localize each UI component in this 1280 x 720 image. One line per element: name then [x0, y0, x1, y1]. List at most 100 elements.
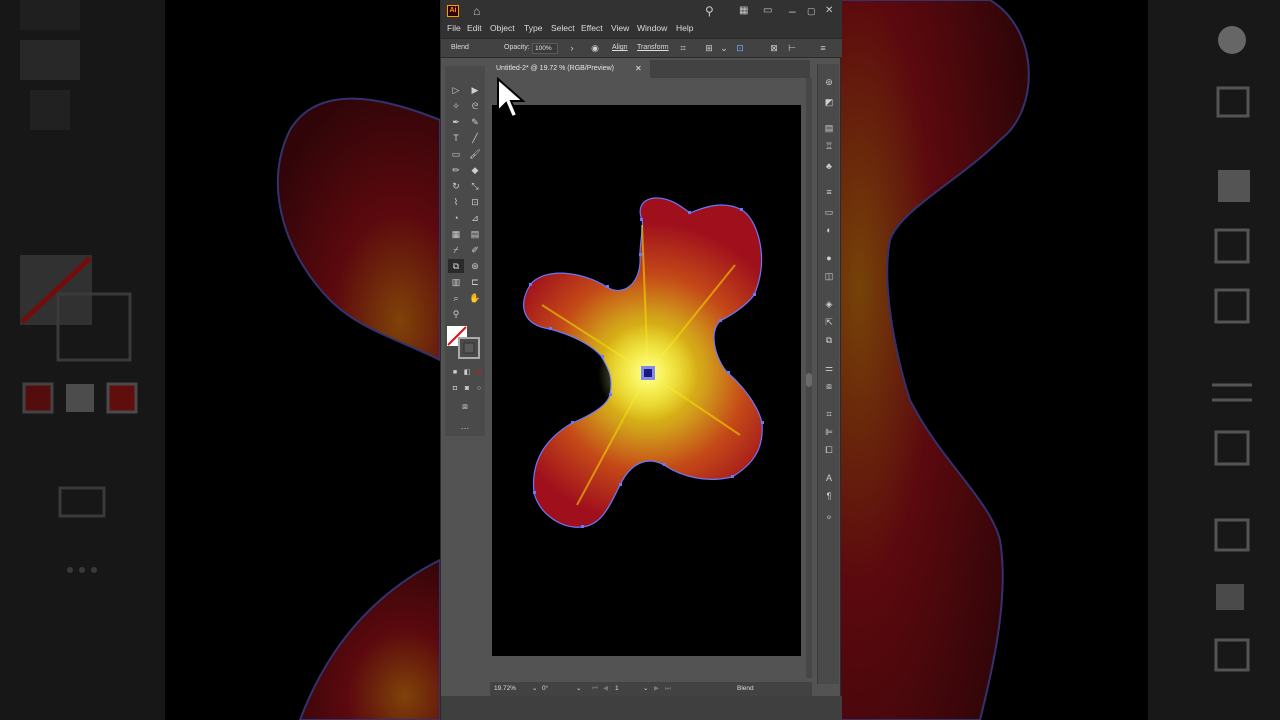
gradient-tool-icon[interactable]: ▤	[467, 227, 483, 241]
screen-mode-icon[interactable]: ⧈	[457, 399, 473, 413]
gradient-icon[interactable]: ▭	[823, 206, 835, 218]
pathfinder-icon[interactable]: ⧠	[823, 444, 835, 456]
close-icon[interactable]: ✕	[825, 3, 833, 19]
warp-tool-icon[interactable]: ⌇	[448, 195, 464, 209]
shape-builder-tool-icon[interactable]: ◔	[448, 211, 464, 225]
artboard-tool-icon[interactable]: ⊏	[467, 275, 483, 289]
artboards-icon[interactable]: ⧉	[823, 334, 835, 346]
paintbrush-tool-icon[interactable]: 🖌	[467, 147, 483, 161]
opentype-icon[interactable]: ℴ	[823, 510, 835, 522]
libraries-icon[interactable]: ◩	[823, 96, 835, 108]
symbols-icon[interactable]: ♣	[823, 160, 835, 172]
menu-effect[interactable]: Effect	[581, 23, 603, 33]
properties-sliders-icon[interactable]: ⚌	[823, 362, 835, 374]
opacity-field[interactable]: 100%	[532, 43, 558, 54]
rotation-field[interactable]: 0°	[542, 684, 572, 694]
pen-tool-icon[interactable]: ✒	[448, 115, 464, 129]
document-tab-close-icon[interactable]: ✕	[635, 60, 642, 78]
none-mode-icon[interactable]: ⧄	[471, 366, 487, 380]
rotate-tool-icon[interactable]: ↻	[448, 179, 464, 193]
symbol-sprayer-tool-icon[interactable]: ⊛	[467, 259, 483, 273]
draw-inside-icon[interactable]: ○	[471, 382, 487, 396]
perspective-grid-tool-icon[interactable]: ⊿	[467, 211, 483, 225]
document-tab[interactable]: Untitled-2* @ 19.72 % (RGB/Preview)	[490, 60, 650, 78]
chevron-down-icon[interactable]: ⌄	[718, 42, 730, 54]
menu-window[interactable]: Window	[637, 23, 667, 33]
measure-tool-icon[interactable]: ✐	[467, 243, 483, 257]
edit-toolbar-icon[interactable]: …	[457, 419, 473, 433]
vertical-scrollbar[interactable]	[806, 78, 812, 678]
last-artboard-icon[interactable]: ⏭	[665, 684, 671, 694]
minimize-icon[interactable]: –	[789, 3, 796, 19]
arrange-documents-icon[interactable]: ▦	[739, 3, 748, 19]
line-tool-icon[interactable]: ╱	[467, 131, 483, 145]
menu-select[interactable]: Select	[551, 23, 575, 33]
rectangle-tool-icon[interactable]: ▭	[448, 147, 464, 161]
chevron-down-icon[interactable]: ⌄	[576, 684, 584, 694]
align-link[interactable]: Align	[612, 44, 628, 51]
first-artboard-icon[interactable]: ⏮	[592, 684, 598, 694]
links-icon[interactable]: ⧈	[823, 380, 835, 392]
blend-tool-icon[interactable]: ⧉	[448, 259, 464, 273]
graphic-styles-icon[interactable]: ◫	[823, 270, 835, 282]
scale-tool-icon[interactable]: ⤡	[467, 179, 483, 193]
blend-artwork[interactable]	[492, 105, 801, 656]
menu-file[interactable]: File	[447, 23, 461, 33]
brushes-icon[interactable]: ♖	[823, 140, 835, 152]
menu-view[interactable]: View	[611, 23, 629, 33]
transform-link[interactable]: Transform	[637, 44, 669, 51]
arrange-icon[interactable]: ⊠	[768, 42, 780, 54]
layers-icon[interactable]: ◈	[823, 298, 835, 310]
recolor-artwork-icon[interactable]: ◉	[589, 42, 601, 54]
isolate-icon[interactable]: ⌗	[677, 42, 689, 54]
fill-stroke-swatches[interactable]	[445, 324, 485, 364]
menu-help[interactable]: Help	[676, 23, 693, 33]
pencil-tool-icon[interactable]: ✏	[448, 163, 464, 177]
opacity-label[interactable]: Opacity:	[504, 44, 530, 51]
stroke-icon[interactable]: ≡	[823, 186, 835, 198]
column-graph-tool-icon[interactable]: ▥	[448, 275, 464, 289]
magic-wand-tool-icon[interactable]: ✧	[448, 99, 464, 113]
selection-tool-icon[interactable]: ▷	[448, 83, 464, 97]
home-icon[interactable]: ⌂	[473, 3, 480, 19]
properties-icon[interactable]: ⊚	[823, 76, 835, 88]
zoom-tool-icon[interactable]: ⚲	[448, 307, 464, 321]
paragraph-icon[interactable]: ¶	[823, 490, 835, 502]
workspace-icon[interactable]: ▭	[763, 3, 772, 19]
free-transform-tool-icon[interactable]: ⊡	[467, 195, 483, 209]
curvature-tool-icon[interactable]: ✎	[467, 115, 483, 129]
lasso-tool-icon[interactable]: ᘓ	[467, 99, 483, 113]
distribute-icon[interactable]: ⊞	[703, 42, 715, 54]
select-similar-icon[interactable]: ⊡	[734, 42, 746, 54]
slice-tool-icon[interactable]: ⌕	[448, 291, 464, 305]
export-icon[interactable]: ⇱	[823, 316, 835, 328]
mesh-tool-icon[interactable]: ▦	[448, 227, 464, 241]
align-options-icon[interactable]: ⊢	[786, 42, 798, 54]
eyedropper-tool-icon[interactable]: ⌿	[448, 243, 464, 257]
chevron-right-icon[interactable]: ›	[566, 42, 578, 54]
character-icon[interactable]: A	[823, 472, 835, 484]
transparency-icon[interactable]: ◐	[823, 224, 835, 236]
chevron-down-icon[interactable]: ⌄	[643, 684, 648, 694]
artboard-number-field[interactable]: 1	[615, 684, 637, 694]
menu-type[interactable]: Type	[524, 23, 542, 33]
scrollbar-thumb[interactable]	[806, 373, 812, 387]
eraser-tool-icon[interactable]: ◆	[467, 163, 483, 177]
hand-tool-icon[interactable]: ✋	[467, 291, 483, 305]
chevron-down-icon[interactable]: ⌄	[532, 684, 540, 694]
next-artboard-icon[interactable]: ▶	[654, 684, 659, 694]
artboard[interactable]	[492, 105, 801, 656]
canvas-area[interactable]	[490, 78, 806, 680]
menu-object[interactable]: Object	[490, 23, 515, 33]
zoom-field[interactable]: 19.72%	[494, 684, 532, 694]
type-tool-icon[interactable]: T	[448, 131, 464, 145]
panel-menu-icon[interactable]: ≡	[817, 42, 829, 54]
search-icon[interactable]: ⚲	[705, 3, 714, 19]
transform-panel-icon[interactable]: ⌗	[823, 408, 835, 420]
swatches-icon[interactable]: ▤	[823, 122, 835, 134]
previous-artboard-icon[interactable]: ◀	[603, 684, 608, 694]
align-panel-icon[interactable]: ⊫	[823, 426, 835, 438]
menu-edit[interactable]: Edit	[467, 23, 482, 33]
maximize-icon[interactable]: ▢	[807, 3, 816, 19]
direct-selection-tool-icon[interactable]: ▶	[467, 83, 483, 97]
